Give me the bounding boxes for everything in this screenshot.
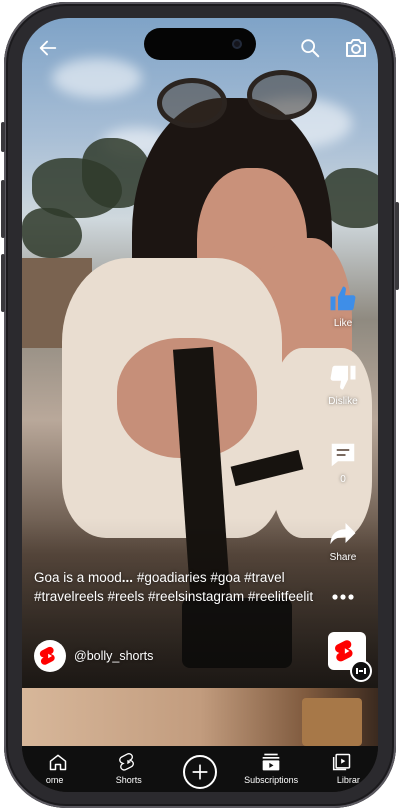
more-horizontal-icon (332, 594, 354, 600)
nav-home[interactable]: ome (23, 746, 93, 785)
share-label: Share (329, 552, 357, 563)
share-icon (330, 523, 356, 545)
nav-library[interactable]: Librar (307, 746, 377, 785)
library-icon (333, 753, 351, 771)
subscriptions-icon (262, 753, 280, 771)
arrow-left-icon (39, 40, 57, 56)
channel-avatar[interactable] (34, 640, 66, 672)
front-camera (232, 39, 242, 49)
nav-subscriptions[interactable]: Subscriptions (236, 746, 306, 785)
power-button (395, 202, 399, 290)
create-button[interactable] (182, 755, 217, 789)
comment-icon (331, 443, 355, 467)
plus-icon (192, 764, 208, 780)
comments-button[interactable]: 0 (320, 440, 366, 485)
thumbs-down-icon (330, 365, 356, 390)
thumbs-up-icon (330, 286, 356, 311)
mute-switch (1, 122, 5, 152)
nav-library-label: Librar (336, 775, 360, 785)
like-button[interactable]: Like (320, 284, 366, 329)
back-button[interactable] (34, 34, 62, 62)
nav-home-label: ome (45, 775, 64, 785)
more-options-button[interactable] (320, 590, 366, 604)
dislike-button[interactable]: Dislike (320, 362, 366, 407)
volume-up-button (1, 180, 5, 238)
camera-icon (346, 39, 366, 57)
volume-down-button (1, 254, 5, 312)
channel-info[interactable]: @bolly_shorts (34, 640, 153, 672)
shorts-logo-icon (39, 646, 55, 665)
dynamic-island (144, 28, 256, 60)
caption-more[interactable]: ... (122, 570, 133, 585)
nav-subscriptions-label: Subscriptions (244, 775, 299, 785)
bottom-navigation: ome Shorts Subscriptions Librar (22, 746, 378, 792)
shorts-icon (118, 753, 134, 771)
camera-button[interactable] (342, 34, 370, 62)
action-column: Like Dislike 0 Share (320, 284, 366, 624)
nav-shorts[interactable]: Shorts (94, 746, 164, 785)
nav-create[interactable] (165, 746, 235, 789)
next-short-preview[interactable] (22, 688, 378, 746)
dislike-label: Dislike (328, 396, 358, 407)
shorts-screen: Like Dislike 0 Share Goa is a mood... #g… (22, 18, 378, 792)
remix-badge-icon (350, 660, 372, 682)
search-button[interactable] (296, 34, 324, 62)
share-button[interactable]: Share (320, 518, 366, 563)
caption-text: Goa is a mood (34, 570, 122, 585)
search-icon (301, 39, 320, 58)
video-caption[interactable]: Goa is a mood... #goadiaries #goa #trave… (34, 568, 324, 606)
like-label: Like (333, 318, 353, 329)
channel-name[interactable]: @bolly_shorts (74, 649, 153, 663)
home-icon (49, 754, 66, 771)
nav-shorts-label: Shorts (115, 775, 142, 785)
comments-count: 0 (340, 474, 346, 485)
